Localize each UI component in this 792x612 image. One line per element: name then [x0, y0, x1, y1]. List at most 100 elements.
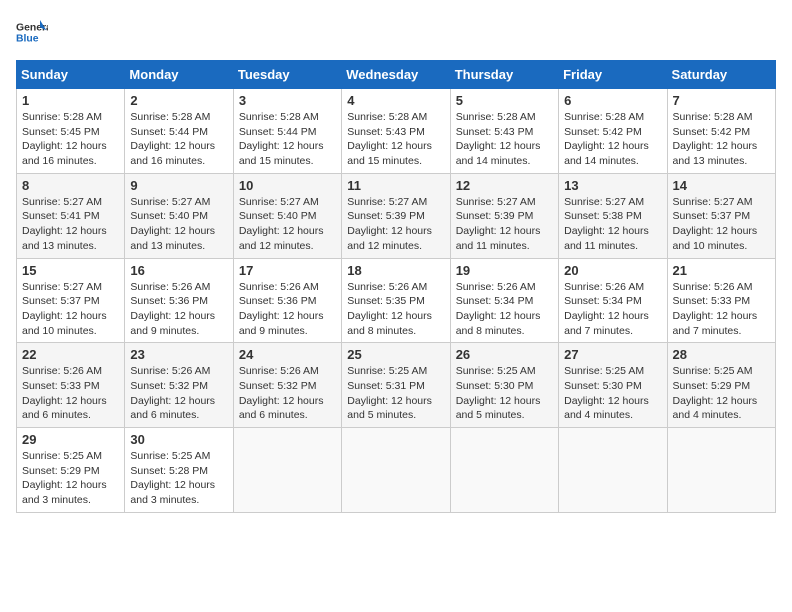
day-detail: Sunrise: 5:27 AMSunset: 5:39 PMDaylight:…	[347, 195, 444, 254]
calendar-cell	[233, 428, 341, 513]
day-number: 20	[564, 263, 661, 278]
calendar-cell: 17 Sunrise: 5:26 AMSunset: 5:36 PMDayligh…	[233, 258, 341, 343]
calendar-cell: 5 Sunrise: 5:28 AMSunset: 5:43 PMDaylight…	[450, 89, 558, 174]
day-number: 16	[130, 263, 227, 278]
day-detail: Sunrise: 5:25 AMSunset: 5:29 PMDaylight:…	[673, 364, 770, 423]
day-number: 30	[130, 432, 227, 447]
calendar-cell: 29 Sunrise: 5:25 AMSunset: 5:29 PMDayligh…	[17, 428, 125, 513]
calendar-cell: 21 Sunrise: 5:26 AMSunset: 5:33 PMDayligh…	[667, 258, 775, 343]
calendar-cell: 11Sunrise: 5:27 AMSunset: 5:39 PMDayligh…	[342, 173, 450, 258]
calendar-header-row: SundayMondayTuesdayWednesdayThursdayFrid…	[17, 61, 776, 89]
col-header-wednesday: Wednesday	[342, 61, 450, 89]
col-header-friday: Friday	[559, 61, 667, 89]
calendar-cell: 6 Sunrise: 5:28 AMSunset: 5:42 PMDaylight…	[559, 89, 667, 174]
day-number: 15	[22, 263, 119, 278]
calendar-week-row: 15 Sunrise: 5:27 AMSunset: 5:37 PMDayligh…	[17, 258, 776, 343]
day-number: 21	[673, 263, 770, 278]
calendar-cell: 23 Sunrise: 5:26 AMSunset: 5:32 PMDayligh…	[125, 343, 233, 428]
day-detail: Sunrise: 5:28 AMSunset: 5:45 PMDaylight:…	[22, 110, 119, 169]
logo: General Blue	[16, 16, 52, 48]
day-detail: Sunrise: 5:28 AMSunset: 5:44 PMDaylight:…	[239, 110, 336, 169]
day-detail: Sunrise: 5:26 AMSunset: 5:36 PMDaylight:…	[130, 280, 227, 339]
day-detail: Sunrise: 5:25 AMSunset: 5:31 PMDaylight:…	[347, 364, 444, 423]
day-number: 1	[22, 93, 119, 108]
day-detail: Sunrise: 5:27 AMSunset: 5:38 PMDaylight:…	[564, 195, 661, 254]
day-detail: Sunrise: 5:26 AMSunset: 5:33 PMDaylight:…	[673, 280, 770, 339]
day-number: 4	[347, 93, 444, 108]
day-number: 8	[22, 178, 119, 193]
calendar-cell: 22Sunrise: 5:26 AMSunset: 5:33 PMDayligh…	[17, 343, 125, 428]
day-number: 10	[239, 178, 336, 193]
col-header-sunday: Sunday	[17, 61, 125, 89]
calendar-cell: 26 Sunrise: 5:25 AMSunset: 5:30 PMDayligh…	[450, 343, 558, 428]
day-number: 23	[130, 347, 227, 362]
col-header-saturday: Saturday	[667, 61, 775, 89]
calendar-week-row: 8 Sunrise: 5:27 AMSunset: 5:41 PMDaylight…	[17, 173, 776, 258]
day-number: 26	[456, 347, 553, 362]
day-number: 5	[456, 93, 553, 108]
calendar-cell: 28Sunrise: 5:25 AMSunset: 5:29 PMDayligh…	[667, 343, 775, 428]
calendar-cell: 4 Sunrise: 5:28 AMSunset: 5:43 PMDaylight…	[342, 89, 450, 174]
calendar-table: SundayMondayTuesdayWednesdayThursdayFrid…	[16, 60, 776, 513]
day-number: 17	[239, 263, 336, 278]
day-number: 14	[673, 178, 770, 193]
day-detail: Sunrise: 5:27 AMSunset: 5:39 PMDaylight:…	[456, 195, 553, 254]
day-detail: Sunrise: 5:27 AMSunset: 5:37 PMDaylight:…	[22, 280, 119, 339]
day-detail: Sunrise: 5:27 AMSunset: 5:40 PMDaylight:…	[130, 195, 227, 254]
calendar-cell: 1 Sunrise: 5:28 AMSunset: 5:45 PMDaylight…	[17, 89, 125, 174]
day-number: 12	[456, 178, 553, 193]
day-number: 13	[564, 178, 661, 193]
calendar-cell	[450, 428, 558, 513]
day-detail: Sunrise: 5:25 AMSunset: 5:30 PMDaylight:…	[456, 364, 553, 423]
calendar-cell	[342, 428, 450, 513]
calendar-cell: 7 Sunrise: 5:28 AMSunset: 5:42 PMDaylight…	[667, 89, 775, 174]
day-number: 25	[347, 347, 444, 362]
col-header-thursday: Thursday	[450, 61, 558, 89]
calendar-week-row: 22Sunrise: 5:26 AMSunset: 5:33 PMDayligh…	[17, 343, 776, 428]
day-detail: Sunrise: 5:26 AMSunset: 5:36 PMDaylight:…	[239, 280, 336, 339]
col-header-tuesday: Tuesday	[233, 61, 341, 89]
day-number: 27	[564, 347, 661, 362]
day-detail: Sunrise: 5:27 AMSunset: 5:40 PMDaylight:…	[239, 195, 336, 254]
day-detail: Sunrise: 5:26 AMSunset: 5:35 PMDaylight:…	[347, 280, 444, 339]
calendar-cell: 24Sunrise: 5:26 AMSunset: 5:32 PMDayligh…	[233, 343, 341, 428]
day-detail: Sunrise: 5:28 AMSunset: 5:43 PMDaylight:…	[456, 110, 553, 169]
day-detail: Sunrise: 5:26 AMSunset: 5:32 PMDaylight:…	[130, 364, 227, 423]
calendar-cell: 10 Sunrise: 5:27 AMSunset: 5:40 PMDayligh…	[233, 173, 341, 258]
day-detail: Sunrise: 5:28 AMSunset: 5:42 PMDaylight:…	[564, 110, 661, 169]
day-detail: Sunrise: 5:27 AMSunset: 5:41 PMDaylight:…	[22, 195, 119, 254]
day-number: 19	[456, 263, 553, 278]
day-detail: Sunrise: 5:26 AMSunset: 5:32 PMDaylight:…	[239, 364, 336, 423]
day-number: 29	[22, 432, 119, 447]
calendar-cell: 16 Sunrise: 5:26 AMSunset: 5:36 PMDayligh…	[125, 258, 233, 343]
calendar-cell: 15 Sunrise: 5:27 AMSunset: 5:37 PMDayligh…	[17, 258, 125, 343]
day-number: 22	[22, 347, 119, 362]
svg-text:Blue: Blue	[16, 34, 39, 45]
col-header-monday: Monday	[125, 61, 233, 89]
calendar-cell: 12 Sunrise: 5:27 AMSunset: 5:39 PMDayligh…	[450, 173, 558, 258]
calendar-week-row: 1 Sunrise: 5:28 AMSunset: 5:45 PMDaylight…	[17, 89, 776, 174]
calendar-cell: 27 Sunrise: 5:25 AMSunset: 5:30 PMDayligh…	[559, 343, 667, 428]
calendar-cell: 14Sunrise: 5:27 AMSunset: 5:37 PMDayligh…	[667, 173, 775, 258]
calendar-cell: 19 Sunrise: 5:26 AMSunset: 5:34 PMDayligh…	[450, 258, 558, 343]
calendar-cell: 8 Sunrise: 5:27 AMSunset: 5:41 PMDaylight…	[17, 173, 125, 258]
day-number: 3	[239, 93, 336, 108]
day-detail: Sunrise: 5:28 AMSunset: 5:42 PMDaylight:…	[673, 110, 770, 169]
calendar-cell: 3 Sunrise: 5:28 AMSunset: 5:44 PMDaylight…	[233, 89, 341, 174]
day-detail: Sunrise: 5:28 AMSunset: 5:43 PMDaylight:…	[347, 110, 444, 169]
page-header: General Blue	[16, 16, 776, 48]
calendar-cell: 25 Sunrise: 5:25 AMSunset: 5:31 PMDayligh…	[342, 343, 450, 428]
day-number: 9	[130, 178, 227, 193]
calendar-cell: 30Sunrise: 5:25 AMSunset: 5:28 PMDayligh…	[125, 428, 233, 513]
calendar-cell: 18 Sunrise: 5:26 AMSunset: 5:35 PMDayligh…	[342, 258, 450, 343]
day-detail: Sunrise: 5:25 AMSunset: 5:29 PMDaylight:…	[22, 449, 119, 508]
day-number: 6	[564, 93, 661, 108]
calendar-cell: 13 Sunrise: 5:27 AMSunset: 5:38 PMDayligh…	[559, 173, 667, 258]
day-number: 7	[673, 93, 770, 108]
day-detail: Sunrise: 5:25 AMSunset: 5:30 PMDaylight:…	[564, 364, 661, 423]
calendar-cell: 9 Sunrise: 5:27 AMSunset: 5:40 PMDaylight…	[125, 173, 233, 258]
calendar-cell	[667, 428, 775, 513]
calendar-cell: 20Sunrise: 5:26 AMSunset: 5:34 PMDayligh…	[559, 258, 667, 343]
day-detail: Sunrise: 5:26 AMSunset: 5:34 PMDaylight:…	[456, 280, 553, 339]
day-number: 18	[347, 263, 444, 278]
